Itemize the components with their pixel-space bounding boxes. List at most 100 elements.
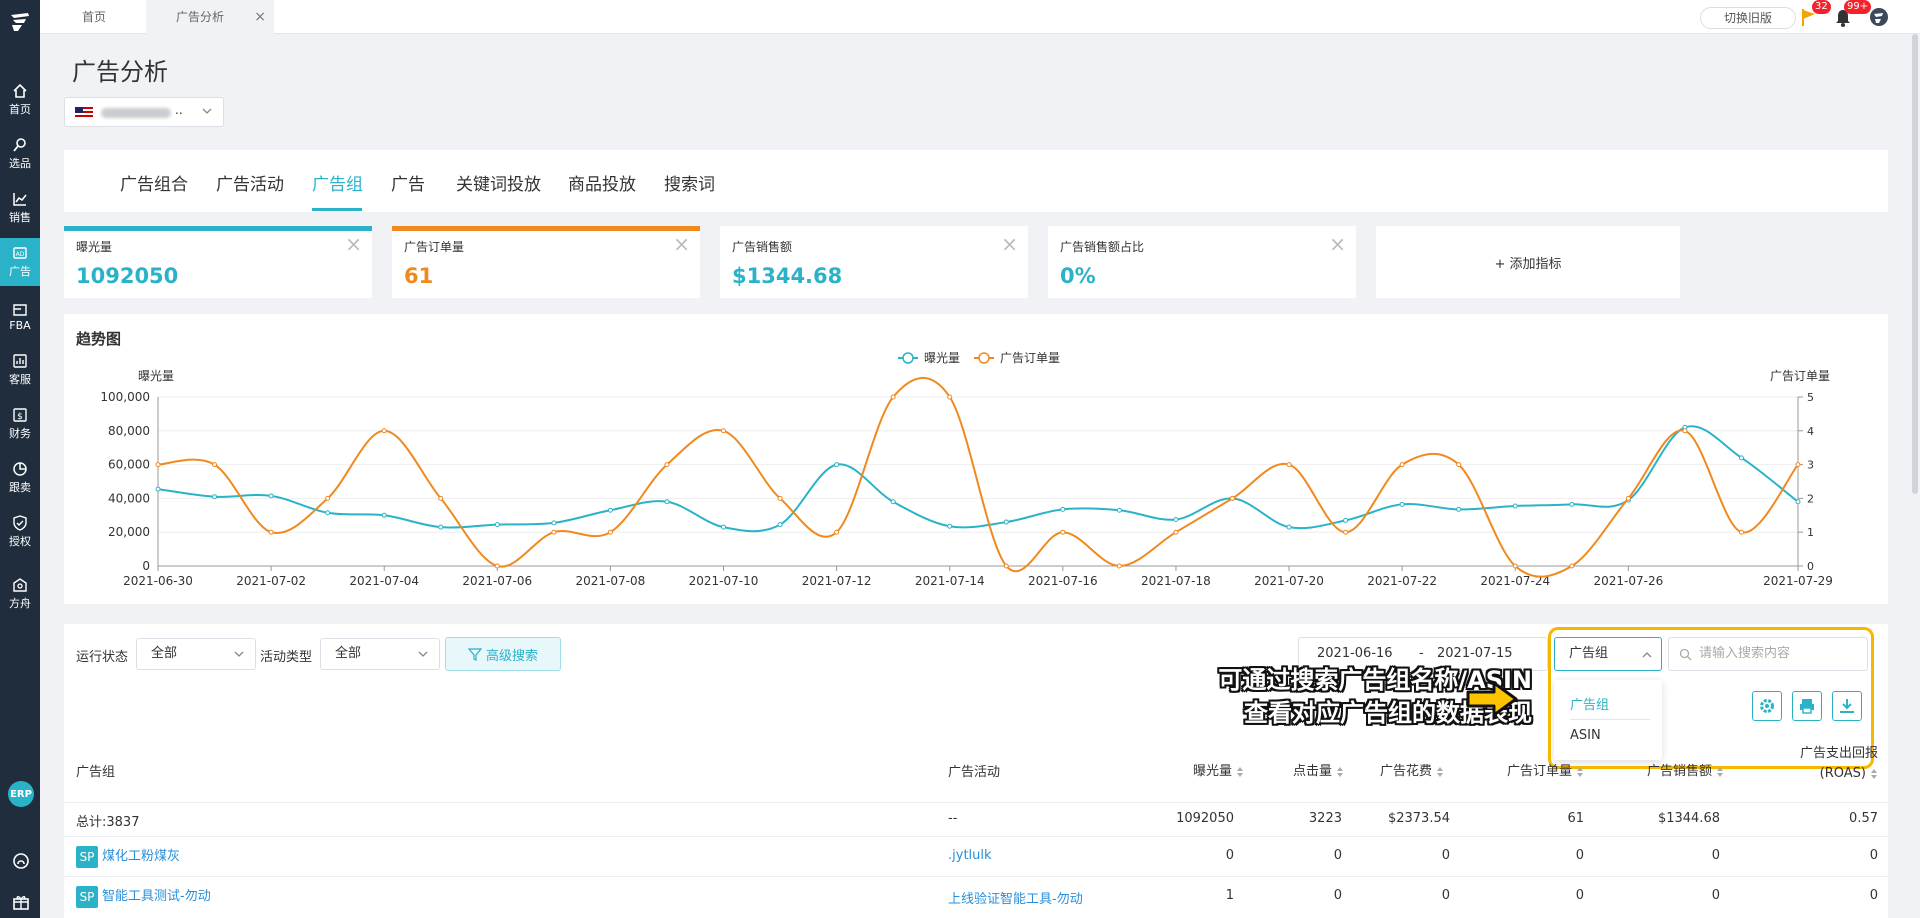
sidebar-item-label: 财务 bbox=[9, 427, 31, 440]
tab-portfolio[interactable]: 广告组合 bbox=[120, 170, 188, 195]
close-icon[interactable]: × bbox=[1329, 232, 1346, 256]
metric-card-ad-sales[interactable]: 广告销售额 $1344.68 × bbox=[720, 226, 1028, 298]
home-icon bbox=[13, 83, 27, 98]
metric-label: 广告销售额占比 bbox=[1060, 240, 1145, 254]
run-status-select[interactable]: 全部 bbox=[136, 638, 256, 670]
data-point bbox=[1060, 529, 1066, 535]
advanced-search-button[interactable]: 高级搜索 bbox=[445, 637, 561, 671]
data-point bbox=[947, 523, 953, 529]
tab-ad-analysis[interactable]: 广告分析 × bbox=[146, 0, 274, 34]
data-point bbox=[1512, 563, 1518, 569]
close-icon[interactable]: × bbox=[673, 232, 690, 256]
filter-icon bbox=[467, 648, 482, 661]
col-header-campaign: 广告活动 bbox=[948, 765, 1001, 780]
ad-group-link[interactable]: 煤化工粉煤灰 bbox=[102, 849, 180, 864]
sidebar-item-follow[interactable]: 跟卖 bbox=[0, 454, 40, 502]
cell-orders: 0 bbox=[1575, 888, 1584, 903]
data-point bbox=[1286, 462, 1292, 468]
sp-badge: SP bbox=[76, 845, 98, 868]
add-metric-button[interactable]: + 添加指标 bbox=[1376, 226, 1680, 298]
campaign-type-select[interactable]: 全部 bbox=[320, 638, 440, 670]
sidebar-item-auth[interactable]: 授权 bbox=[0, 508, 40, 556]
close-icon[interactable]: × bbox=[254, 0, 266, 34]
x-tick-label: 2021-07-04 bbox=[349, 574, 419, 588]
tab-campaign[interactable]: 广告活动 bbox=[216, 170, 284, 195]
y-tick-label-left: 60,000 bbox=[108, 458, 150, 472]
erp-badge[interactable]: ERP bbox=[8, 781, 34, 807]
active-tab-indicator bbox=[312, 208, 362, 211]
campaign-link[interactable]: 上线验证智能工具-勿动 bbox=[948, 888, 1083, 907]
tab-ad-group[interactable]: 广告组 bbox=[312, 170, 363, 195]
cell-sales: 0 bbox=[1711, 848, 1720, 863]
cell-orders: 61 bbox=[1567, 811, 1584, 826]
sidebar-item-ark[interactable]: 方舟 bbox=[0, 570, 40, 618]
x-tick-label: 2021-07-16 bbox=[1028, 574, 1098, 588]
avatar-icon[interactable] bbox=[1868, 6, 1890, 28]
col-header-roas-label: 广告支出回报 bbox=[1799, 746, 1878, 761]
tab-ad[interactable]: 广告 bbox=[391, 170, 425, 195]
sidebar-item-label: 跟卖 bbox=[9, 481, 31, 494]
x-tick-label: 2021-07-06 bbox=[462, 574, 532, 588]
close-icon[interactable]: × bbox=[1001, 232, 1018, 256]
tab-search-terms[interactable]: 搜索词 bbox=[664, 170, 715, 195]
cell-sales: $1344.68 bbox=[1657, 811, 1720, 826]
sidebar-item-sales[interactable]: 销售 bbox=[0, 184, 40, 232]
metric-card-ad-orders[interactable]: 广告订单量 61 × bbox=[392, 226, 700, 298]
cell-campaign: -- bbox=[948, 811, 958, 826]
logo[interactable] bbox=[0, 0, 40, 44]
gift-icon[interactable] bbox=[12, 892, 30, 910]
sidebar-item-ads[interactable]: AD 广告 bbox=[0, 238, 40, 286]
metric-color-bar bbox=[392, 226, 700, 231]
data-point bbox=[607, 507, 613, 513]
sidebar-item-label: 首页 bbox=[9, 103, 31, 116]
sidebar-item-selection[interactable]: 选品 bbox=[0, 130, 40, 178]
run-status-value: 全部 bbox=[151, 646, 178, 661]
cell-orders: 0 bbox=[1575, 848, 1584, 863]
data-point bbox=[494, 522, 500, 528]
cell-spend: 0 bbox=[1441, 848, 1450, 863]
data-point bbox=[1173, 529, 1179, 535]
data-point bbox=[1795, 462, 1801, 468]
tab-product-targeting[interactable]: 商品投放 bbox=[568, 170, 636, 195]
metric-color-bar bbox=[64, 226, 372, 231]
logo-icon bbox=[11, 13, 29, 31]
tab-keyword-targeting[interactable]: 关键词投放 bbox=[456, 170, 541, 195]
date-separator: - bbox=[1419, 646, 1424, 661]
legend-label: 曝光量 bbox=[924, 351, 960, 365]
y-tick-label-right: 4 bbox=[1807, 425, 1814, 438]
close-icon[interactable]: × bbox=[345, 232, 362, 256]
col-header-roas[interactable]: 广告支出回报 (ROAS) bbox=[1744, 744, 1878, 784]
data-point bbox=[1456, 462, 1462, 468]
metric-card-ad-sales-share[interactable]: 广告销售额占比 0% × bbox=[1048, 226, 1356, 298]
trend-chart: 0 20,000 40,000 60,000 80,000 100,000 0 1 2 3 4 5 曝光… bbox=[100, 351, 1833, 588]
col-header-ad-group: 广告组 bbox=[76, 765, 116, 780]
tab-home[interactable]: 首页 bbox=[40, 0, 144, 34]
page-scrollbar[interactable] bbox=[1912, 34, 1918, 494]
cell-group: SP 煤化工粉煤灰 bbox=[76, 845, 180, 868]
sidebar-item-finance[interactable]: $ 财务 bbox=[0, 400, 40, 448]
data-point bbox=[212, 494, 218, 500]
y-tick-label-left: 80,000 bbox=[108, 424, 150, 438]
ad-group-link[interactable]: 智能工具测试-勿动 bbox=[102, 889, 211, 904]
col-header-sales[interactable]: 广告销售额 bbox=[1584, 760, 1724, 779]
fba-icon bbox=[13, 303, 27, 316]
headset-icon[interactable] bbox=[12, 852, 30, 870]
cell-impressions: 0 bbox=[1225, 848, 1234, 863]
col-header-spend[interactable]: 广告花费 bbox=[1324, 760, 1444, 779]
table-row: SP 智能工具测试-勿动 上线验证智能工具-勿动 1 0 0 0 0 0 bbox=[64, 876, 1888, 918]
col-header-roas-sub: (ROAS) bbox=[1819, 766, 1866, 781]
sidebar-item-service[interactable]: 客服 bbox=[0, 346, 40, 394]
svg-text:AD: AD bbox=[16, 251, 25, 258]
data-point bbox=[268, 529, 274, 535]
data-point bbox=[155, 486, 161, 492]
x-tick-label: 2021-07-20 bbox=[1254, 574, 1324, 588]
metric-card-impressions[interactable]: 曝光量 1092050 × bbox=[64, 226, 372, 298]
sidebar-item-fba[interactable]: FBA bbox=[0, 292, 40, 340]
data-point bbox=[1795, 499, 1801, 505]
sidebar-item-home[interactable]: 首页 bbox=[0, 76, 40, 124]
store-selector[interactable]: .. bbox=[64, 97, 224, 127]
campaign-link[interactable]: .jytlulk bbox=[948, 848, 992, 863]
switch-old-version-button[interactable]: 切换旧版 bbox=[1700, 7, 1796, 29]
table-row-total: 总计:3837 -- 1092050 3223 $2373.54 61 $134… bbox=[64, 802, 1888, 836]
col-header-orders[interactable]: 广告订单量 bbox=[1454, 760, 1584, 779]
